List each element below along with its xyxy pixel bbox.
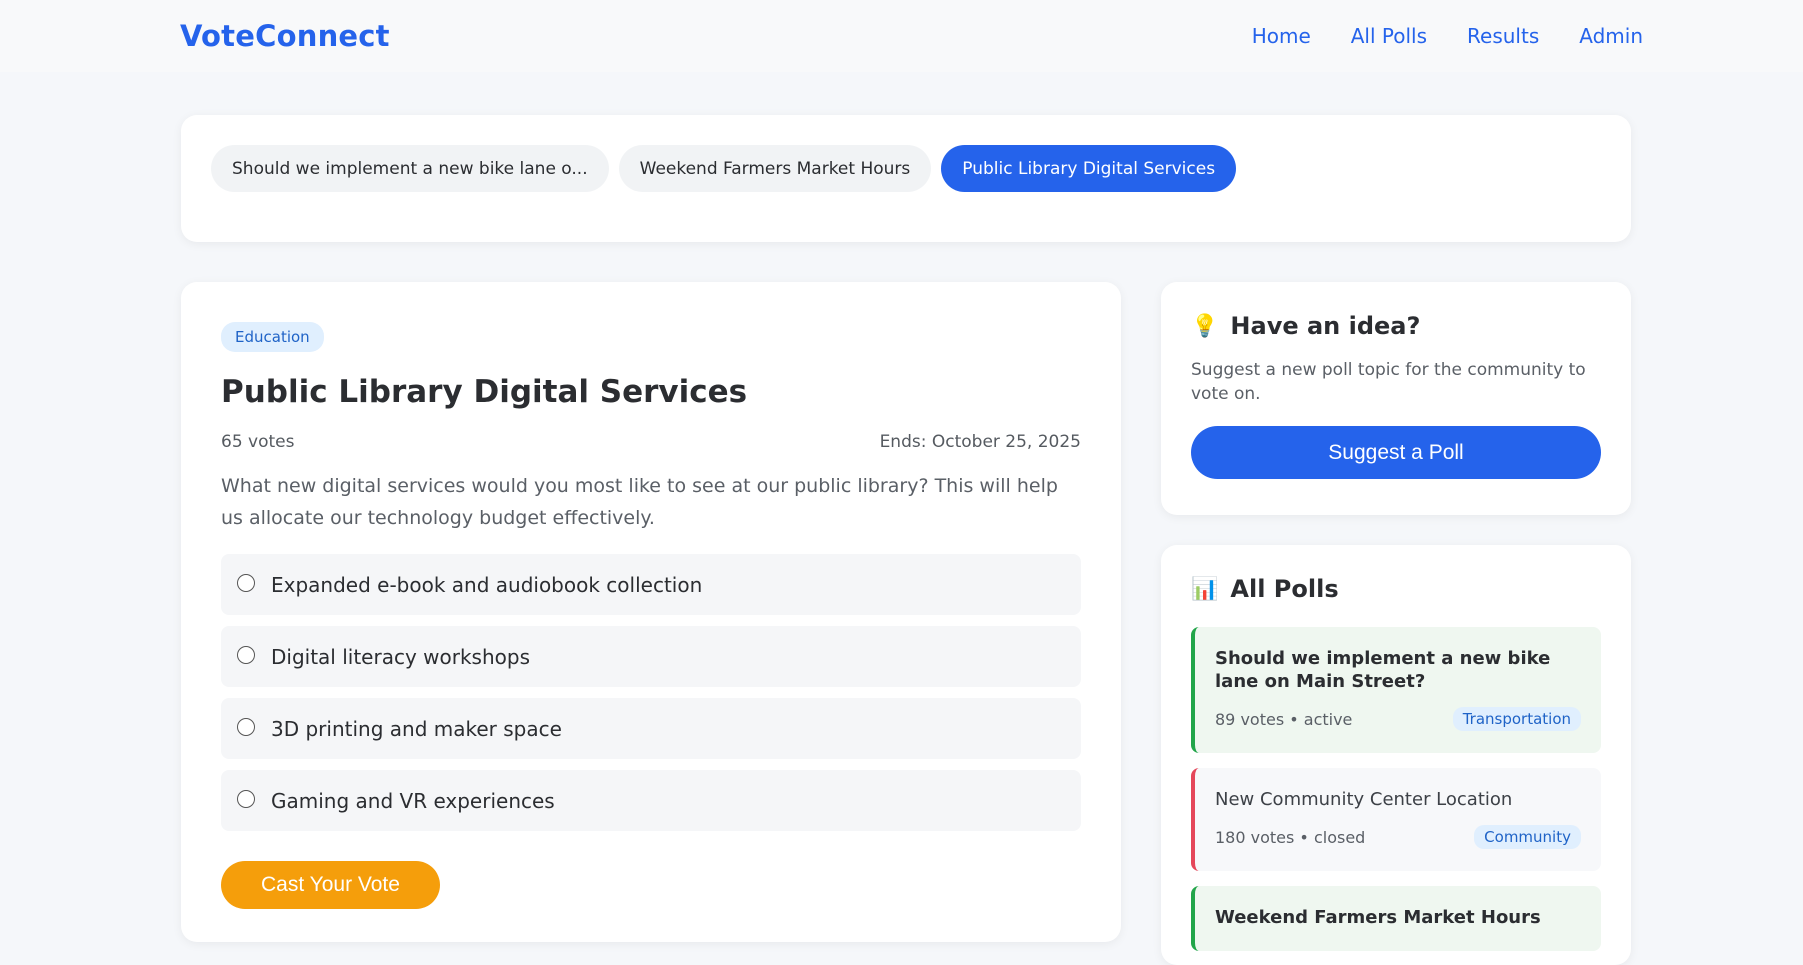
poll-list-item[interactable]: New Community Center Location 180 votes … [1191, 768, 1601, 871]
tab-farmers-market[interactable]: Weekend Farmers Market Hours [618, 145, 932, 192]
poll-item-meta-row: 89 votes • active Transportation [1215, 707, 1581, 731]
radio-button[interactable] [237, 573, 255, 592]
option-label: Digital literacy workshops [271, 644, 530, 669]
option-label: Gaming and VR experiences [271, 788, 555, 813]
suggest-poll-button[interactable]: Suggest a Poll [1191, 426, 1601, 479]
poll-item-meta: 180 votes • closed [1215, 827, 1366, 847]
option-ebook[interactable]: Expanded e-book and audiobook collection [221, 554, 1081, 615]
top-navbar: VoteConnect Home All Polls Results Admin [0, 0, 1803, 72]
nav-admin[interactable]: Admin [1579, 24, 1643, 48]
poll-item-title: Should we implement a new bike lane on M… [1215, 648, 1551, 692]
option-gaming-vr[interactable]: Gaming and VR experiences [221, 770, 1081, 831]
radio-button[interactable] [237, 789, 255, 808]
idea-title: Have an idea? [1230, 312, 1421, 340]
lightbulb-icon: 💡 [1191, 313, 1219, 339]
bar-chart-icon: 📊 [1191, 576, 1219, 602]
poll-card: Education Public Library Digital Service… [181, 282, 1121, 942]
options-list: Expanded e-book and audiobook collection… [221, 554, 1081, 831]
poll-list-item[interactable]: Should we implement a new bike lane on M… [1191, 627, 1601, 753]
category-badge: Education [221, 322, 324, 352]
end-date: Ends: October 25, 2025 [879, 432, 1081, 452]
radio-button[interactable] [237, 717, 255, 736]
poll-item-title: New Community Center Location [1215, 789, 1513, 810]
option-3d-printing[interactable]: 3D printing and maker space [221, 698, 1081, 759]
vote-count: 65 votes [221, 432, 295, 452]
poll-list: Should we implement a new bike lane on M… [1191, 627, 1601, 951]
poll-tabs: Should we implement a new bike lane o...… [181, 115, 1631, 242]
radio-button[interactable] [237, 645, 255, 664]
main-nav: Home All Polls Results Admin [1252, 24, 1643, 48]
option-digital-literacy[interactable]: Digital literacy workshops [221, 626, 1081, 687]
option-label: 3D printing and maker space [271, 716, 562, 741]
all-polls-title: All Polls [1230, 575, 1339, 603]
poll-list-item[interactable]: Weekend Farmers Market Hours [1191, 886, 1601, 951]
tab-bike-lane[interactable]: Should we implement a new bike lane o... [211, 145, 609, 192]
poll-title: Public Library Digital Services [221, 374, 748, 410]
cast-vote-button[interactable]: Cast Your Vote [221, 861, 440, 909]
poll-item-tag: Transportation [1452, 707, 1581, 731]
all-polls-card: 📊 All Polls Should we implement a new bi… [1161, 545, 1631, 965]
idea-heading: 💡 Have an idea? [1191, 312, 1601, 340]
poll-item-meta: 89 votes • active [1215, 709, 1353, 729]
all-polls-heading: 📊 All Polls [1191, 575, 1601, 603]
poll-description: What new digital services would you most… [221, 475, 1058, 529]
tab-library-digital[interactable]: Public Library Digital Services [941, 145, 1237, 192]
nav-all-polls[interactable]: All Polls [1351, 24, 1427, 48]
nav-results[interactable]: Results [1467, 24, 1539, 48]
option-label: Expanded e-book and audiobook collection [271, 572, 703, 597]
idea-text: Suggest a new poll topic for the communi… [1191, 360, 1586, 404]
poll-item-meta-row: 180 votes • closed Community [1215, 825, 1581, 849]
nav-home[interactable]: Home [1252, 24, 1311, 48]
poll-meta: 65 votes Ends: October 25, 2025 [221, 432, 1081, 452]
brand-logo[interactable]: VoteConnect [180, 19, 390, 53]
poll-item-tag: Community [1474, 825, 1581, 849]
idea-card: 💡 Have an idea? Suggest a new poll topic… [1161, 282, 1631, 515]
poll-item-title: Weekend Farmers Market Hours [1215, 907, 1541, 928]
